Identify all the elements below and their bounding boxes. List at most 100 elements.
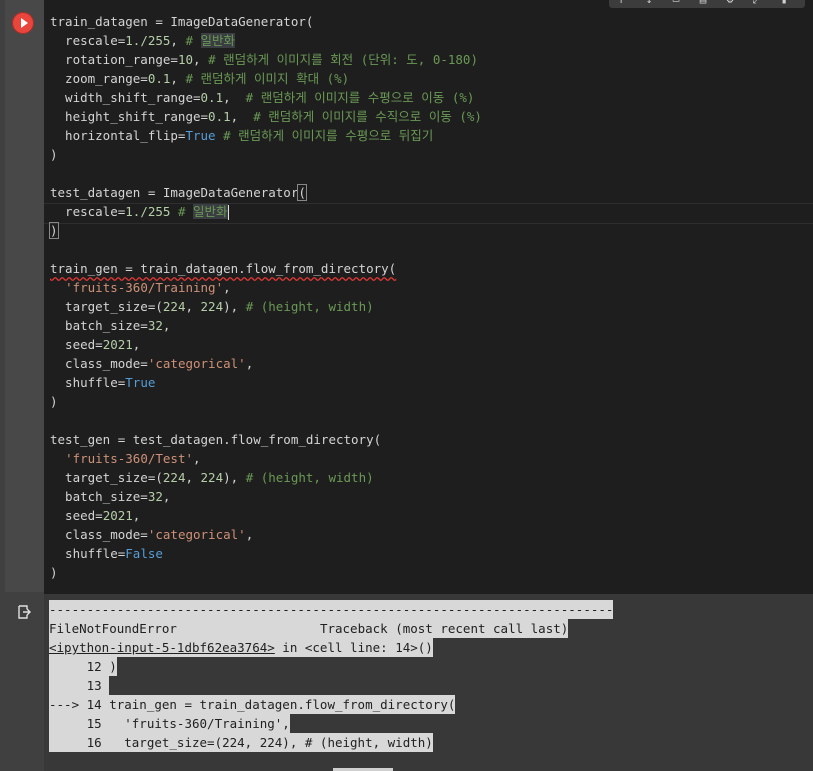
code-token: rotation_range= (50, 52, 178, 67)
code-token: # 랜덤하게 이미지를 수평으로 이동 (%) (245, 90, 475, 105)
code-token: 0.1 (200, 90, 224, 105)
traceback-divider: ----------------------------------------… (49, 600, 614, 619)
code-token: class_mode= (50, 527, 148, 542)
code-token: , (132, 337, 141, 352)
code-token: width_shift_range= (50, 90, 201, 105)
code-line: seed=2021, (50, 506, 140, 525)
traceback-label: Traceback (most recent call last) (319, 621, 569, 636)
code-editor[interactable]: ↑ ↓ ▭ ▤ ⚙ ⤢ ▮ train_datagen = ImageDataG… (44, 0, 813, 594)
delete-icon[interactable]: ▮ (778, 0, 790, 6)
code-token: # 랜덤하게 이미지를 회전 (단위: 도, 0-180) (208, 52, 478, 67)
code-token: ) (50, 147, 58, 162)
code-line: ) (50, 392, 58, 411)
code-token: # 랜덤하게 이미지 확대 (%) (185, 71, 350, 86)
code-token: shuffle= (50, 375, 126, 390)
traceback-header: FileNotFoundError Traceback (most recent… (49, 619, 569, 638)
source-suffix: in <cell line: 14>() (274, 640, 433, 655)
code-token: , (185, 299, 201, 314)
code-line: target_size=(224, 224), # (height, width… (50, 468, 374, 487)
code-token: target_size=( (50, 470, 163, 485)
code-token: target_size=( (50, 299, 163, 314)
code-token: 224 (162, 470, 186, 485)
code-token: shuffle= (50, 546, 126, 561)
code-line: rescale=1./255, # 일반화 (50, 31, 236, 50)
code-token: ), (223, 470, 246, 485)
code-token: # (177, 204, 194, 219)
source-link[interactable]: <ipython-input-5-1dbf62ea3764> (49, 640, 275, 655)
code-token: # 랜덤하게 이미지를 수직으로 이동 (%) (253, 109, 482, 124)
code-line: rotation_range=10, # 랜덤하게 이미지를 회전 (단위: 도… (50, 50, 478, 69)
code-token: , (223, 90, 246, 105)
code-token: 일반화 (193, 204, 228, 219)
code-token: 0.1 (147, 71, 171, 86)
code-token: 1./255 (125, 33, 171, 48)
trace-line: 16 target_size=(224, 224), # (height, wi… (49, 733, 433, 752)
traceback-source: <ipython-input-5-1dbf62ea3764> in <cell … (49, 638, 433, 657)
code-token: ( (297, 184, 307, 201)
code-token: 일반화 (200, 33, 236, 48)
trace-line: 12 ) (49, 657, 117, 676)
code-token: train_gen = train_datagen.flow_from_dire… (50, 261, 397, 276)
code-token: # (height, width) (245, 470, 374, 485)
code-token: 1./255 (125, 204, 171, 219)
code-token: batch_size= (50, 489, 148, 504)
code-line: ) (50, 563, 58, 582)
code-line: ) (49, 221, 59, 240)
code-token: # 랜덤하게 이미지를 수평으로 뒤집기 (223, 128, 434, 143)
error-name: FileNotFoundError (49, 621, 177, 636)
code-token: batch_size= (50, 318, 148, 333)
code-token: 32 (147, 489, 163, 504)
code-token: zoom_range= (50, 71, 148, 86)
code-token: , (185, 470, 201, 485)
code-token: horizontal_flip= (50, 128, 186, 143)
expand-icon[interactable]: ⤢ (751, 0, 763, 6)
code-line: rescale=1./255 # 일반화 (50, 202, 229, 221)
output-redirect-icon[interactable] (16, 604, 32, 620)
code-line: shuffle=True (50, 373, 155, 392)
code-token: 2021 (102, 508, 133, 523)
code-token: ) (50, 565, 58, 580)
code-token: rescale= (50, 33, 126, 48)
code-line: horizontal_flip=True # 랜덤하게 이미지를 수평으로 뒤집… (50, 126, 433, 145)
comment-icon[interactable]: ▤ (697, 0, 709, 6)
code-token: , (230, 109, 254, 124)
code-token: True (185, 128, 216, 143)
code-token: 'fruits-360/Training' (65, 280, 224, 295)
run-cell-button[interactable] (12, 12, 34, 34)
code-line: shuffle=False (50, 544, 163, 563)
code-token: 10 (177, 52, 193, 67)
code-line: zoom_range=0.1, # 랜덤하게 이미지 확대 (%) (50, 69, 349, 88)
gear-icon[interactable]: ⚙ (724, 0, 736, 6)
code-token: 2021 (102, 337, 133, 352)
code-token: ), (223, 299, 246, 314)
move-down-icon[interactable]: ↓ (643, 0, 655, 6)
code-token: ) (49, 222, 59, 239)
link-icon[interactable]: ▭ (670, 0, 682, 6)
code-token: , (170, 71, 186, 86)
code-token: seed= (50, 337, 103, 352)
trace-line: 13 (49, 676, 110, 695)
code-token: # (height, width) (245, 299, 374, 314)
code-line: batch_size=32, (50, 487, 170, 506)
cell-gutter-active (5, 0, 44, 592)
move-up-icon[interactable]: ↑ (615, 0, 627, 6)
code-line: test_gen = test_datagen.flow_from_direct… (50, 430, 381, 449)
code-token: 224 (162, 299, 186, 314)
code-token: False (125, 546, 163, 561)
play-icon (21, 18, 28, 28)
code-token: 224 (200, 470, 224, 485)
code-line: ) (50, 145, 58, 164)
code-token: , (245, 356, 254, 371)
code-token: True (125, 375, 156, 390)
code-line: target_size=(224, 224), # (height, width… (50, 297, 374, 316)
code-token: rescale= (50, 204, 126, 219)
code-token: 'categorical' (147, 527, 246, 542)
cell-gutter (0, 0, 44, 771)
code-token: 224 (200, 299, 224, 314)
code-token: 'fruits-360/Test' (65, 451, 193, 466)
code-token: height_shift_range= (50, 109, 209, 124)
code-line: batch_size=32, (50, 316, 170, 335)
code-token: class_mode= (50, 356, 148, 371)
